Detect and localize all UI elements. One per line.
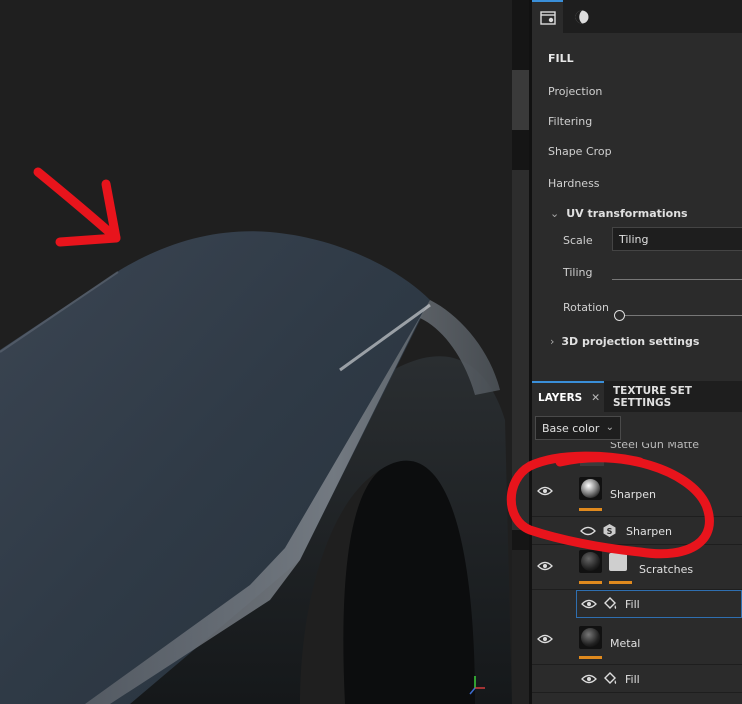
red-annotation-overlay xyxy=(33,167,714,559)
red-circle-annotation xyxy=(506,451,714,559)
red-arrow-annotation xyxy=(33,167,121,247)
